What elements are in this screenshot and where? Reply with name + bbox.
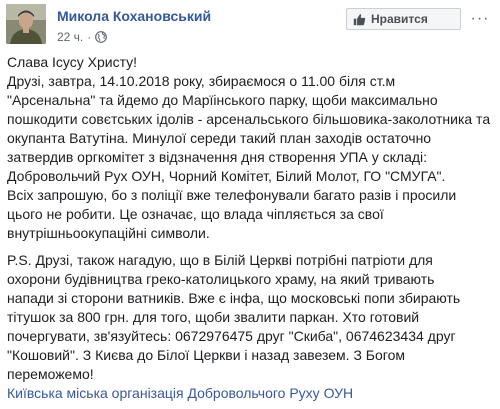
text-line: Слава Ісусу Христу! bbox=[7, 54, 138, 70]
text-line: цього не робити. Це означає, що влада чі… bbox=[7, 206, 384, 222]
author-name[interactable]: Микола Кохановський bbox=[57, 8, 211, 24]
signature-link[interactable]: Київська міська організація Добровольчог… bbox=[7, 385, 353, 401]
text-line: P.S. Друзі, також нагадую, що в Білій Це… bbox=[7, 252, 433, 268]
like-page-button[interactable]: Нравится bbox=[346, 8, 461, 30]
meta-separator: · bbox=[87, 30, 92, 44]
post-text: Слава Ісусу Христу! Друзі, завтра, 14.10… bbox=[7, 53, 495, 403]
like-page-label: Нравится bbox=[371, 12, 428, 26]
text-line: окупанта Ватутіна. Минулої середи такий … bbox=[7, 130, 432, 146]
text-line: охорони будівництва греко-католицького х… bbox=[7, 271, 435, 287]
text-line: затвердив оргкомітет з відзначення дня с… bbox=[7, 149, 428, 165]
text-line: пошкодити совєтських ідолів - арсенальсь… bbox=[7, 111, 491, 127]
text-line: "Кошовий". З Києва до Білої Церкви і наз… bbox=[7, 347, 405, 363]
post-paragraph-1: Слава Ісусу Христу! Друзі, завтра, 14.10… bbox=[7, 53, 495, 243]
post-meta: 22 ч. · bbox=[57, 30, 108, 44]
thumbs-up-icon bbox=[353, 13, 366, 25]
text-line: внутрішньоокупаційні символи. bbox=[7, 225, 210, 241]
post-paragraph-2: P.S. Друзі, також нагадую, що в Білій Це… bbox=[7, 251, 495, 403]
more-icon[interactable]: ··· bbox=[468, 8, 492, 30]
globe-icon[interactable] bbox=[95, 31, 108, 43]
text-line: переможемо! bbox=[7, 366, 94, 382]
text-line: Добровольчий Рух ОУН, Чорний Комітет, Бі… bbox=[7, 168, 446, 184]
text-line: "Арсенальна" та йдемо до Марїінського па… bbox=[7, 92, 438, 108]
author-avatar[interactable] bbox=[6, 4, 46, 44]
facebook-post: Микола Кохановський 22 ч. · Нравится ···… bbox=[0, 0, 500, 409]
text-line: тітушок за 800 грн. для того, щоби звали… bbox=[7, 309, 420, 325]
text-line: Всіх запрошую, бо з поліції вже телефону… bbox=[7, 187, 457, 203]
text-line: Друзі, завтра, 14.10.2018 року, збираємо… bbox=[7, 73, 396, 89]
text-line: почергувати, зв'язуйтесь: 0672976475 дру… bbox=[7, 328, 456, 344]
post-timestamp[interactable]: 22 ч. bbox=[57, 30, 83, 44]
avatar-image bbox=[6, 4, 46, 44]
text-line: напади зі сторони ватників. Вже є інфа, … bbox=[7, 290, 461, 306]
